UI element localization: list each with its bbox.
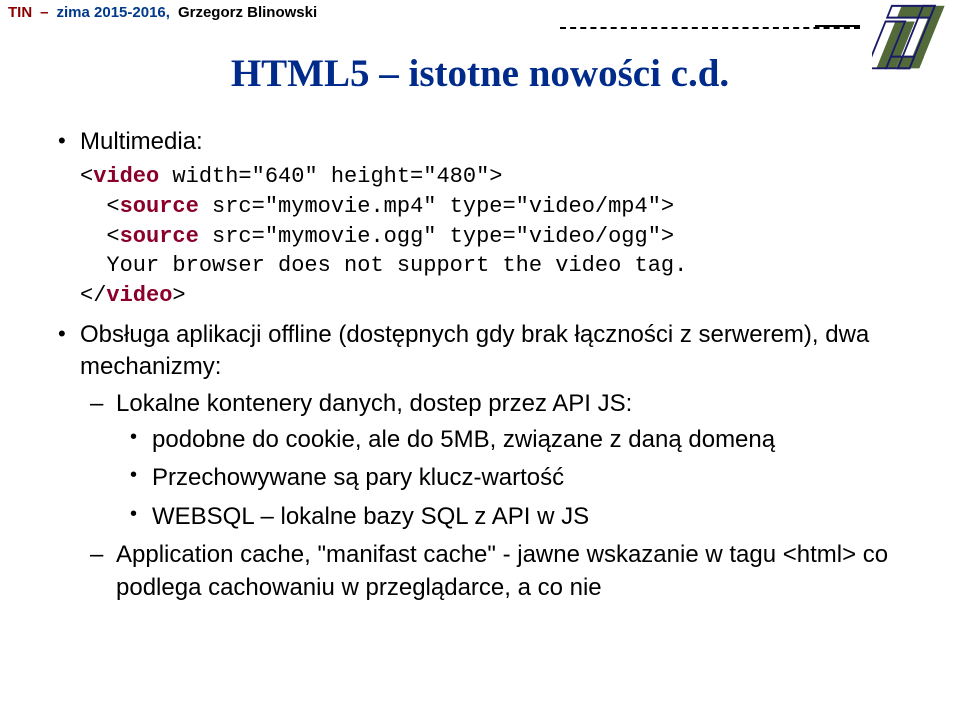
rule-solid [815, 25, 860, 27]
header-dash: – [40, 4, 48, 21]
code-block: <video width="640" height="480"> <source… [80, 162, 900, 310]
header-author: Grzegorz Blinowski [178, 4, 317, 21]
sub-localstorage-text: Lokalne kontenery danych, dostep przez A… [116, 390, 632, 417]
slide-content: Multimedia: <video width="640" height="4… [0, 126, 960, 604]
header-rule [0, 23, 960, 33]
sub-appcache: Application cache, "manifast cache" - ja… [116, 539, 900, 604]
bullet-multimedia: Multimedia: <video width="640" height="4… [80, 126, 900, 311]
sub-localstorage: Lokalne kontenery danych, dostep przez A… [116, 388, 900, 534]
header-term: zima 2015-2016, [57, 4, 170, 21]
slide-title: HTML5 – istotne nowości c.d. [0, 51, 960, 96]
institute-logo-icon [872, 2, 950, 72]
header-tin: TIN [8, 4, 32, 21]
bullet-multimedia-text: Multimedia: [80, 128, 203, 155]
dot-cookie: podobne do cookie, ale do 5MB, związane … [152, 424, 900, 456]
dot-websql: WEBSQL – lokalne bazy SQL z API w JS [152, 501, 900, 533]
slide-header: TIN – zima 2015-2016, Grzegorz Blinowski [0, 0, 960, 25]
rule-dashed [560, 27, 860, 29]
bullet-offline-text: Obsługa aplikacji offline (dostępnych gd… [80, 321, 869, 380]
dot-kv: Przechowywane są pary klucz-wartość [152, 462, 900, 494]
bullet-offline: Obsługa aplikacji offline (dostępnych gd… [80, 319, 900, 604]
